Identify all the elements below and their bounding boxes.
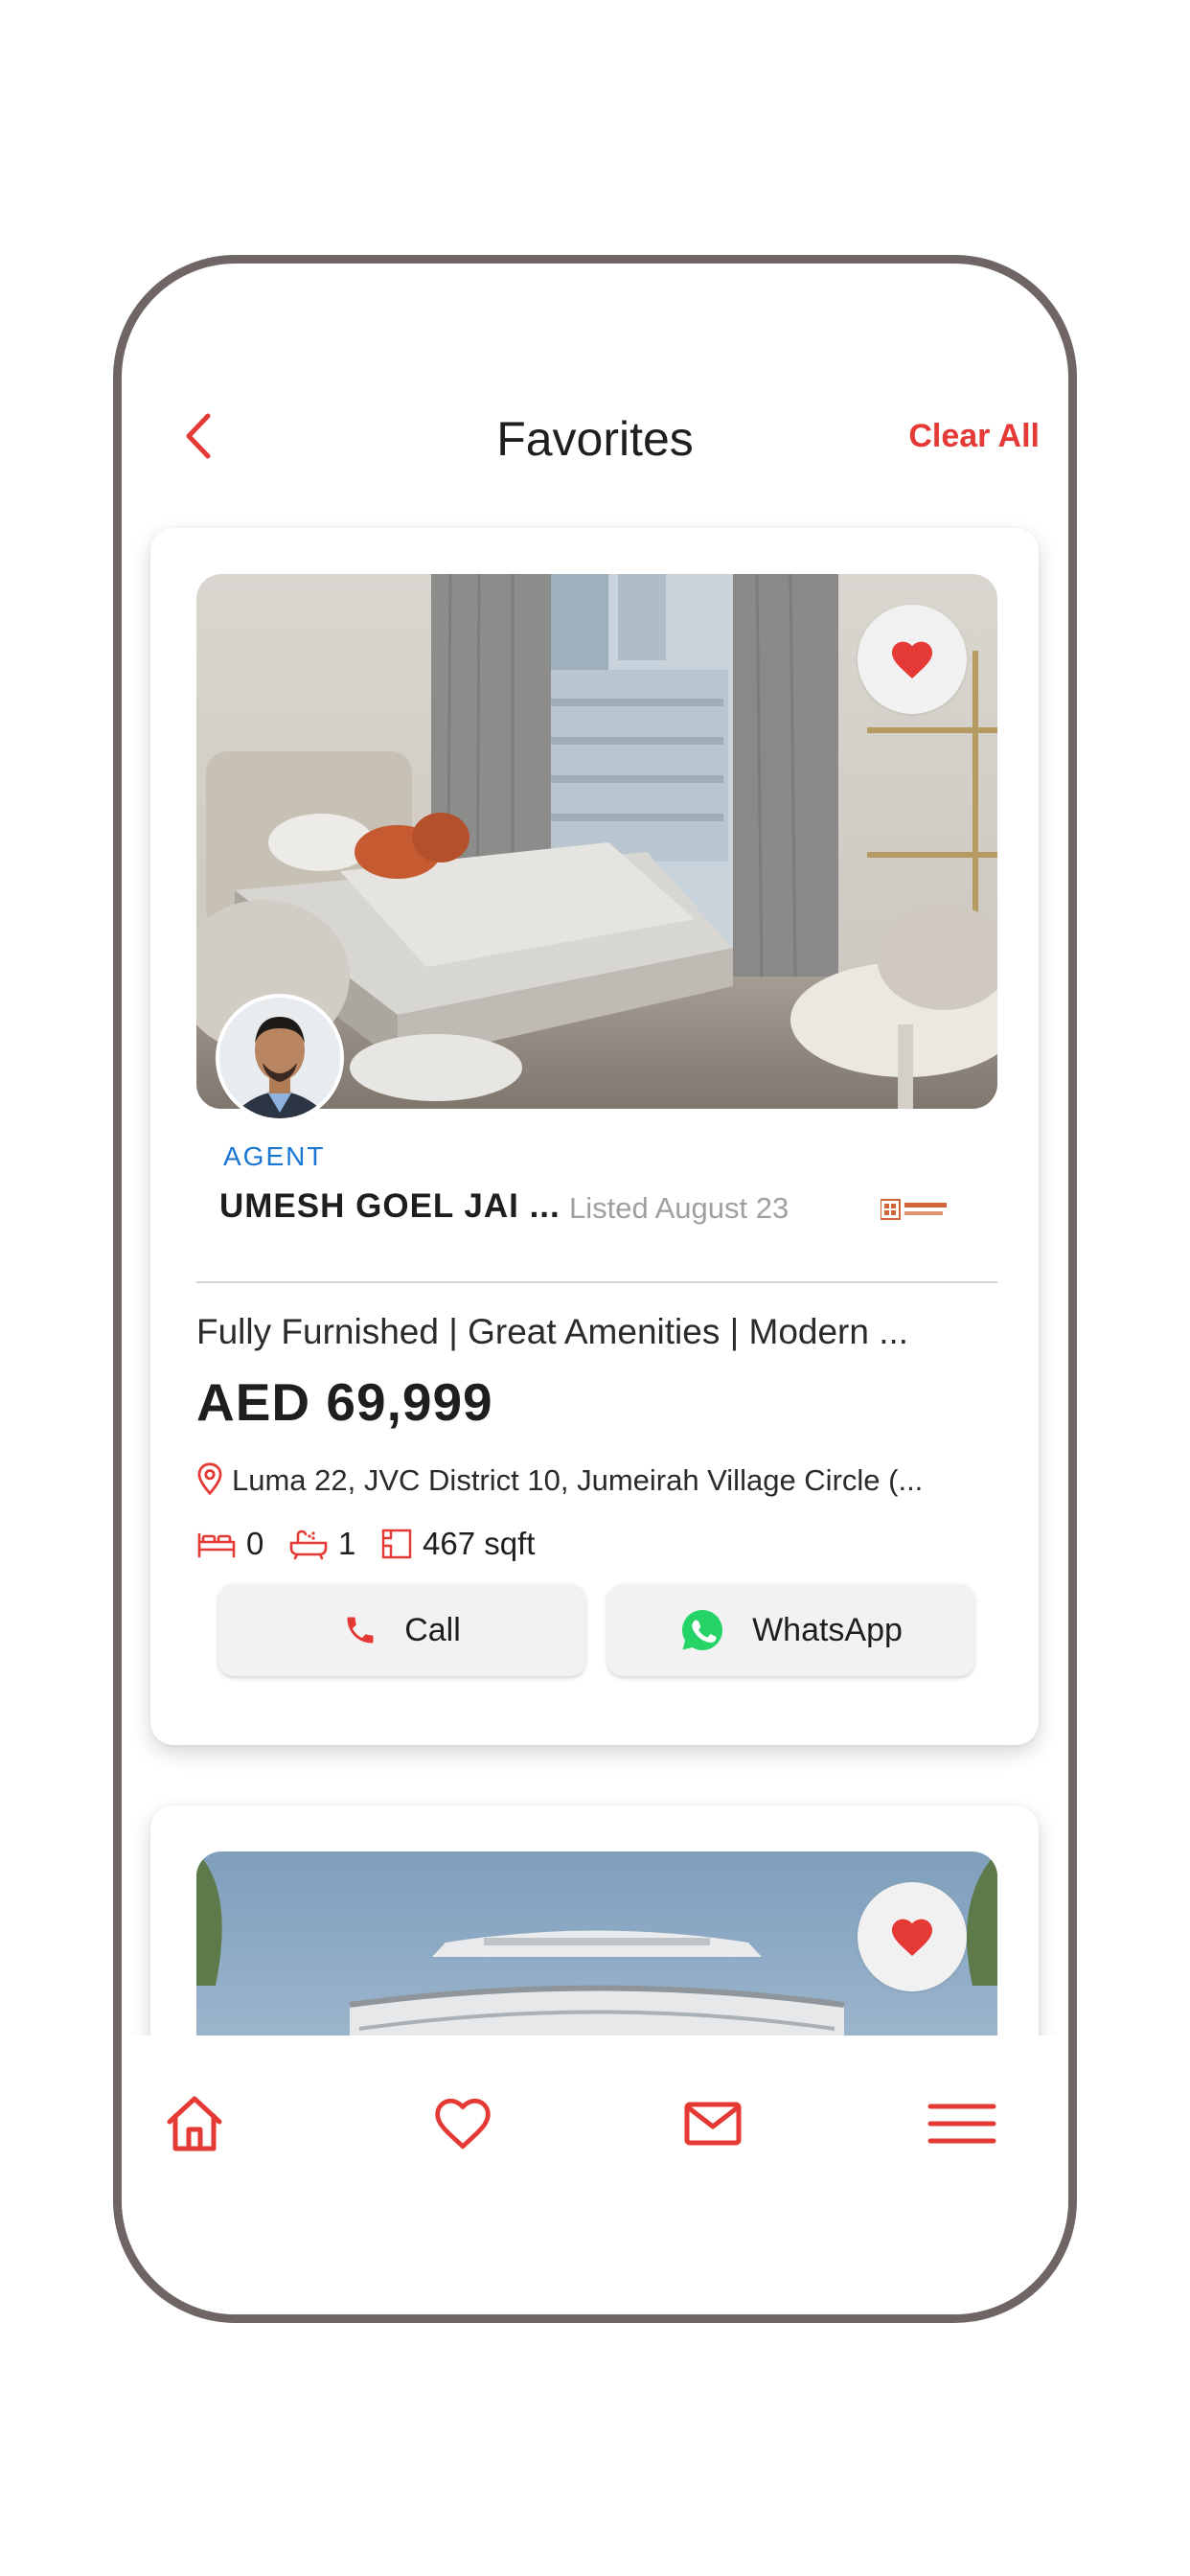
clear-all-button[interactable]: Clear All [908,418,1040,455]
bottom-tab-bar [122,2036,1068,2314]
favorite-toggle-button[interactable] [858,605,967,714]
listing-card[interactable]: AGENT UMESH GOEL JAI ... Listed August 2… [150,528,1039,1745]
listed-date: Listed August 23 [569,1191,790,1225]
tab-home[interactable] [156,2085,233,2162]
phone-frame: AGENT UMESH GOEL JAI ... Listed August 2… [113,255,1077,2323]
heart-filled-icon [892,641,932,678]
area-value: 467 sqft [423,1526,536,1561]
heart-outline-icon [435,2098,491,2150]
call-button[interactable]: Call [218,1584,585,1676]
listing-specs: 0 1 467 sqft [196,1521,771,1569]
mail-icon [684,2102,742,2146]
menu-icon [927,2104,996,2144]
bedrooms-count: 0 [246,1526,264,1561]
tab-favorites[interactable] [424,2085,501,2162]
phone-icon [347,1617,374,1644]
heart-filled-icon [892,1919,932,1956]
favorites-list[interactable]: AGENT UMESH GOEL JAI ... Listed August 2… [122,264,1068,2036]
favorite-toggle-button[interactable] [858,1882,967,1991]
bathtub-icon [289,1530,328,1560]
agent-name[interactable]: UMESH GOEL JAI ... [219,1187,561,1226]
whatsapp-button[interactable]: WhatsApp [607,1584,974,1676]
call-label: Call [404,1611,461,1648]
location-pin-icon [197,1462,222,1496]
whatsapp-label: WhatsApp [752,1611,903,1648]
bedrooms-spec: 0 [196,1521,263,1567]
listing-price: AED 69,999 [196,1372,493,1432]
agent-photo [219,998,340,1118]
area-spec: 467 sqft [380,1521,535,1567]
listing-photo[interactable] [196,1852,997,2036]
home-icon [167,2096,222,2151]
bed-icon [197,1532,236,1558]
agency-logo [881,1199,947,1220]
bathrooms-count: 1 [338,1526,356,1561]
bathrooms-spec: 1 [288,1521,355,1567]
tab-menu[interactable] [924,2085,1000,2162]
divider [196,1281,997,1283]
floor-plan-icon [381,1529,412,1559]
whatsapp-icon [682,1610,723,1650]
tab-messages[interactable] [675,2085,751,2162]
listing-title[interactable]: Fully Furnished | Great Amenities | Mode… [196,1312,997,1352]
agent-avatar[interactable] [216,994,344,1122]
listing-location: Luma 22, JVC District 10, Jumeirah Villa… [232,1463,924,1497]
agent-row: UMESH GOEL JAI ... Listed August 23 [219,1187,976,1235]
app-header: Favorites Clear All [122,264,1068,474]
location-row: Luma 22, JVC District 10, Jumeirah Villa… [196,1460,997,1502]
listing-card[interactable] [150,1806,1039,2036]
agent-label: AGENT [223,1141,326,1171]
